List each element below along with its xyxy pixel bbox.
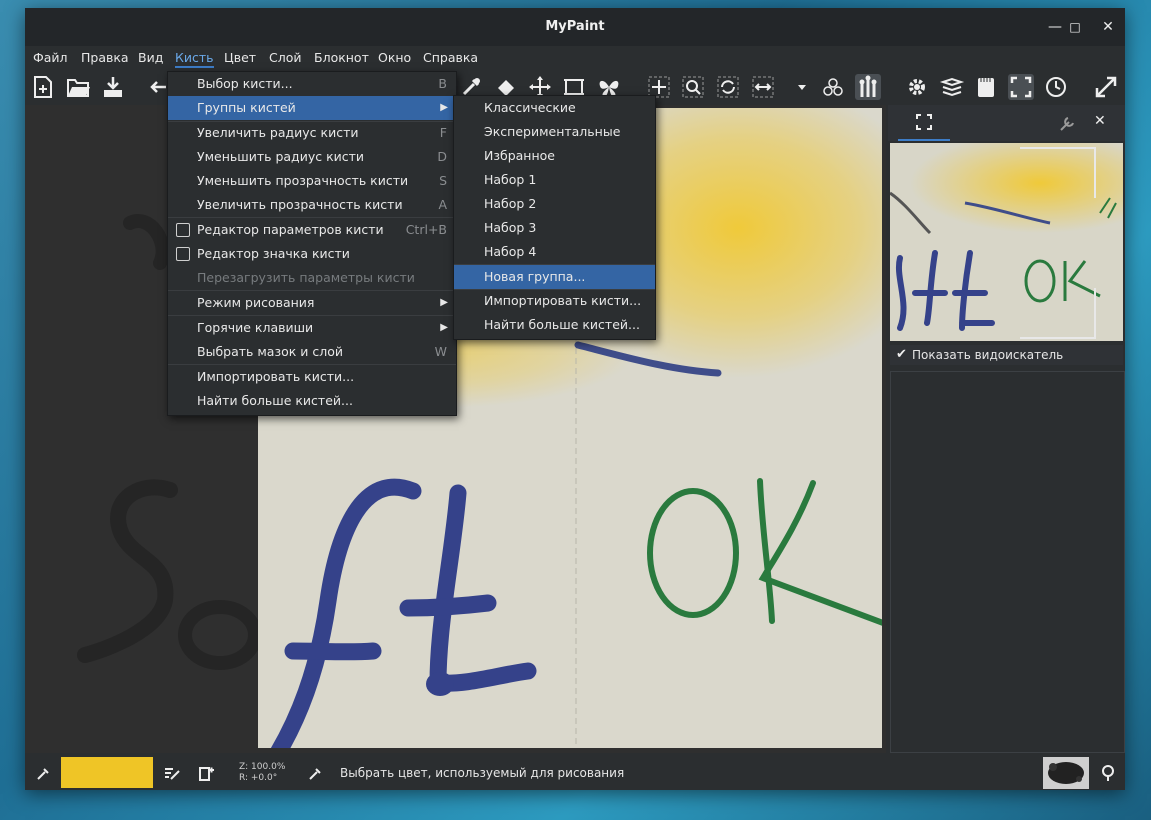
show-finder-label: Показать видоискатель [912, 348, 1064, 362]
open-file-icon[interactable] [65, 74, 91, 100]
show-finder-row[interactable]: ✔ Показать видоискатель [890, 345, 1123, 365]
menu-bar: Файл Правка Вид Кисть Цвет Слой Блокнот … [25, 46, 1125, 70]
submenu-arrow-icon: ▶ [440, 102, 448, 113]
brush-settings-icon[interactable] [1098, 763, 1118, 783]
layers-icon[interactable] [939, 74, 965, 100]
brush-groups-submenu: Классические Экспериментальные Избранное… [453, 95, 656, 340]
fit-width-icon[interactable] [750, 74, 776, 100]
checkbox-icon [176, 223, 190, 237]
wrench-icon[interactable] [1058, 115, 1076, 133]
side-tabs: ✕ [888, 105, 1125, 141]
menu-item-brush-icon-editor[interactable]: Редактор значка кисти [168, 242, 456, 266]
group-find-more[interactable]: Найти больше кистей... [454, 313, 655, 337]
picker-icon[interactable] [307, 765, 323, 781]
current-color-swatch[interactable] [61, 757, 153, 788]
save-file-icon[interactable] [100, 74, 126, 100]
menu-item-decrease-radius[interactable]: Уменьшить радиус кисти D [168, 145, 456, 169]
menu-item-brush-groups[interactable]: Группы кистей ▶ [168, 96, 456, 120]
menu-item-increase-opacity[interactable]: Увеличить прозрачность кисти A [168, 193, 456, 217]
fullscreen-icon[interactable] [1008, 74, 1034, 100]
minimize-icon[interactable]: — [1045, 17, 1065, 37]
group-classic[interactable]: Классические [454, 96, 655, 120]
brush-menu: Выбор кисти... B Группы кистей ▶ Увеличить… [167, 71, 457, 416]
chevron-down-icon[interactable] [789, 74, 815, 100]
group-import-brushes[interactable]: Импортировать кисти... [454, 289, 655, 313]
menu-item-hotkeys[interactable]: Горячие клавиши ▶ [168, 316, 456, 340]
menu-item-decrease-opacity[interactable]: Уменьшить прозрачность кисти S [168, 169, 456, 193]
checkmark-icon[interactable]: ✔ [896, 347, 907, 362]
clock-icon[interactable] [1043, 74, 1069, 100]
menu-item-brush-editor[interactable]: Редактор параметров кисти Ctrl+B [168, 218, 456, 242]
close-panel-icon[interactable]: ✕ [1094, 113, 1106, 129]
group-experimental[interactable]: Экспериментальные [454, 120, 655, 144]
menu-help[interactable]: Справка [423, 50, 478, 65]
group-set-4[interactable]: Набор 4 [454, 240, 655, 264]
new-file-icon[interactable] [30, 74, 56, 100]
brush-preview-thumbnail[interactable] [1043, 757, 1089, 789]
gear-icon[interactable] [904, 74, 930, 100]
preview-viewer[interactable] [890, 143, 1123, 341]
title-bar: MyPaint — □ ✕ [25, 8, 1125, 46]
rotate-view-icon[interactable] [715, 74, 741, 100]
empty-panel [890, 371, 1125, 753]
window-title: MyPaint [545, 19, 605, 34]
status-bar: Z: 100.0% R: +0.0° Выбрать цвет, использ… [25, 756, 1125, 790]
side-panel: ✕ ✔ Показать видоискатель [888, 105, 1125, 753]
zoom-rotation-info: Z: 100.0% R: +0.0° [239, 762, 285, 784]
menu-file[interactable]: Файл [33, 50, 68, 65]
submenu-arrow-icon: ▶ [440, 322, 448, 333]
brushes-icon[interactable] [855, 74, 881, 100]
fullscreen-small-icon [916, 114, 932, 130]
preview-drawing [890, 143, 1123, 341]
menu-color[interactable]: Цвет [224, 50, 256, 65]
menu-brush[interactable]: Кисть [175, 50, 214, 68]
menu-item-reload-brush: Перезагрузить параметры кисти [197, 270, 415, 285]
expand-icon[interactable] [1093, 74, 1119, 100]
zoom-view-icon[interactable] [680, 74, 706, 100]
maximize-icon[interactable]: □ [1065, 17, 1085, 37]
group-new[interactable]: Новая группа... [454, 265, 655, 289]
menu-scratchpad[interactable]: Блокнот [314, 50, 369, 65]
menu-item-blend-mode[interactable]: Режим рисования ▶ [168, 291, 456, 315]
menu-window[interactable]: Окно [378, 50, 411, 65]
checkbox-icon [176, 247, 190, 261]
rotation-readout: R: +0.0° [239, 773, 278, 783]
edit-brush-icon[interactable] [163, 764, 181, 782]
zoom-readout: Z: 100.0% [239, 762, 286, 772]
menu-item-import-brushes[interactable]: Импортировать кисти... [168, 365, 456, 389]
group-set-3[interactable]: Набор 3 [454, 216, 655, 240]
group-set-1[interactable]: Набор 1 [454, 168, 655, 192]
brush-groups-icon[interactable] [820, 74, 846, 100]
scratchpad-icon[interactable] [973, 74, 999, 100]
group-set-2[interactable]: Набор 2 [454, 192, 655, 216]
tab-preview[interactable] [898, 105, 950, 141]
menu-item-pick-stroke[interactable]: Выбрать мазок и слой W [168, 340, 456, 364]
group-favorites[interactable]: Избранное [454, 144, 655, 168]
menu-item-find-more-brushes[interactable]: Найти больше кистей... [168, 389, 456, 413]
add-layer-icon[interactable] [197, 764, 215, 782]
status-message: Выбрать цвет, используемый для рисования [340, 766, 625, 780]
menu-edit[interactable]: Правка [81, 50, 129, 65]
menu-item-brush-select[interactable]: Выбор кисти... B [168, 72, 456, 96]
close-icon[interactable]: ✕ [1098, 17, 1118, 37]
eyedropper-icon[interactable] [35, 765, 51, 781]
menu-layer[interactable]: Слой [269, 50, 302, 65]
submenu-arrow-icon: ▶ [440, 297, 448, 308]
menu-item-increase-radius[interactable]: Увеличить радиус кисти F [168, 121, 456, 145]
menu-view[interactable]: Вид [138, 50, 163, 65]
